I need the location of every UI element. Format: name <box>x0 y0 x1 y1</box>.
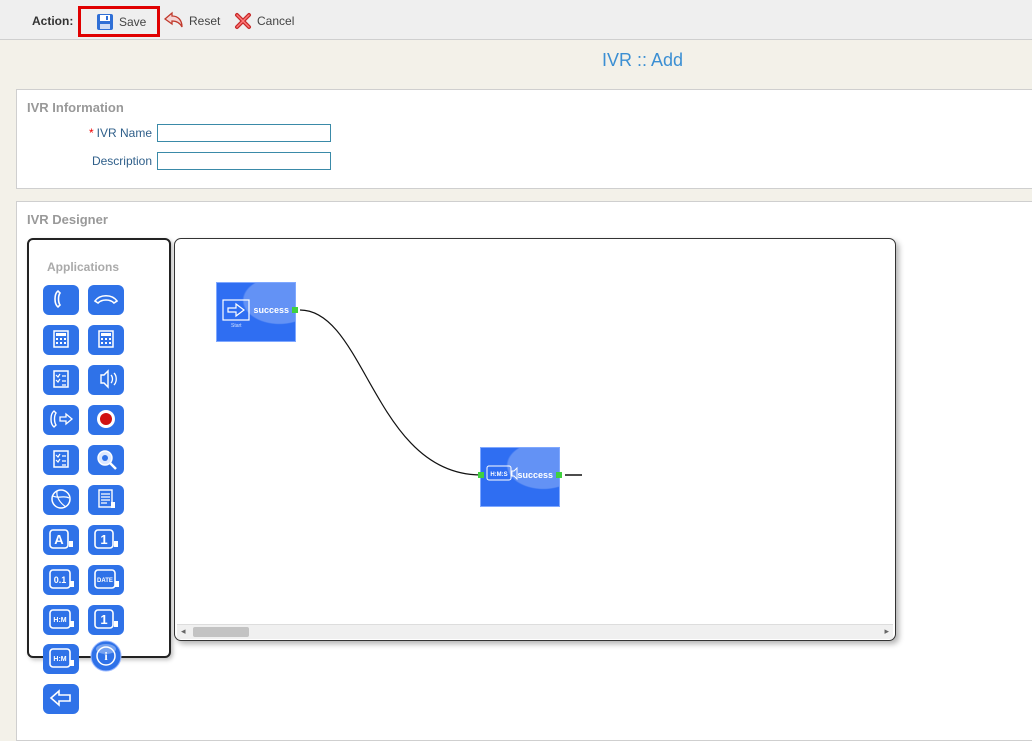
speaker-app-button[interactable] <box>88 365 124 395</box>
reset-button[interactable]: Reset <box>162 8 220 34</box>
svg-text:H:M: H:M <box>53 617 66 624</box>
description-label: Description <box>91 154 152 168</box>
calculator-icon <box>50 328 72 353</box>
back-arrow-icon <box>48 688 74 711</box>
hangup-app-button[interactable] <box>88 285 124 315</box>
say-time-hm-alt-icon: H:M <box>47 646 75 673</box>
transfer-call-app-button[interactable] <box>43 405 79 435</box>
back-app-button[interactable] <box>43 684 79 714</box>
info-icon: i <box>89 639 123 676</box>
ivr-information-title: IVR Information <box>27 100 124 115</box>
checklist-app-button[interactable] <box>43 365 79 395</box>
calculator-app-button[interactable] <box>43 325 79 355</box>
svg-text:1: 1 <box>100 612 107 627</box>
start-arrow-icon <box>222 299 250 324</box>
start-output-port[interactable] <box>292 307 298 313</box>
say-number-app-button[interactable]: 0.1 <box>43 565 79 595</box>
answer-app-button[interactable] <box>43 285 79 315</box>
checklist-alt-icon <box>50 448 72 473</box>
say-alpha-app-button[interactable]: A <box>43 525 79 555</box>
say-time-hm-icon: H:M <box>47 607 75 634</box>
say-time-output-port[interactable] <box>556 472 562 478</box>
checklist-icon <box>50 368 72 393</box>
ivr-designer-title: IVR Designer <box>27 212 108 227</box>
globe-app-button[interactable] <box>43 485 79 515</box>
say-time-hm-app-button[interactable]: H:M <box>43 605 79 635</box>
search-icon <box>93 447 119 474</box>
hangup-icon <box>92 290 120 311</box>
start-node[interactable]: Start success <box>216 282 298 342</box>
document-app-button[interactable] <box>88 485 124 515</box>
connector-line <box>299 309 481 476</box>
start-node-label: success <box>253 305 289 315</box>
say-time-hm-alt-app-button[interactable]: H:M <box>43 644 79 674</box>
required-marker: * <box>88 126 94 140</box>
action-toolbar: Action: Save Reset Cancel <box>0 0 1032 40</box>
action-label: Action: <box>32 14 74 28</box>
scroll-left-icon[interactable]: ◂ <box>181 626 186 637</box>
cancel-button[interactable]: Cancel <box>234 8 294 34</box>
ivr-information-panel: IVR Information * IVR Name Description <box>16 89 1032 189</box>
answer-icon <box>50 288 72 313</box>
say-time-input-port[interactable] <box>478 472 484 478</box>
scrollbar-thumb[interactable] <box>193 627 249 637</box>
svg-text:DATE: DATE <box>97 578 113 584</box>
save-button[interactable]: Save <box>78 6 160 37</box>
reset-label: Reset <box>189 14 221 28</box>
checklist-alt-app-button[interactable] <box>43 445 79 475</box>
say-time-node[interactable]: H:M:S success <box>478 447 562 507</box>
svg-text:H:M: H:M <box>53 656 66 663</box>
record-icon <box>94 407 118 434</box>
calculator-alt-app-button[interactable] <box>88 325 124 355</box>
ivr-name-input[interactable] <box>157 124 331 142</box>
say-digit-alt-icon: 1 <box>92 607 120 634</box>
undo-arrow-icon <box>162 11 184 31</box>
transfer-call-icon <box>47 408 75 433</box>
scroll-right-icon[interactable]: ▸ <box>884 626 889 637</box>
svg-text:0.1: 0.1 <box>54 575 67 585</box>
say-date-app-button[interactable]: DATE <box>88 565 124 595</box>
applications-title: Applications <box>47 260 120 274</box>
ivr-name-label: * IVR Name <box>89 126 152 140</box>
say-digit-icon: 1 <box>92 527 120 554</box>
red-x-icon <box>234 12 252 30</box>
page-title: IVR :: Add <box>601 50 684 70</box>
svg-text:1: 1 <box>100 532 107 547</box>
say-date-icon: DATE <box>92 567 120 594</box>
description-input[interactable] <box>157 152 331 170</box>
save-label: Save <box>119 14 147 29</box>
speaker-icon <box>93 368 119 393</box>
designer-canvas[interactable]: Start success H:M:S success ◂ ▸ <box>174 238 896 641</box>
say-digit-app-button[interactable]: 1 <box>88 525 124 555</box>
say-number-icon: 0.1 <box>47 567 75 594</box>
cancel-label: Cancel <box>257 14 295 28</box>
document-icon <box>94 487 118 514</box>
floppy-disk-icon <box>96 13 114 31</box>
info-app-button[interactable]: i <box>88 640 124 672</box>
say-digit-alt-app-button[interactable]: 1 <box>88 605 124 635</box>
calculator-alt-icon <box>95 328 117 353</box>
start-sublabel: Start <box>231 323 242 329</box>
search-app-button[interactable] <box>88 445 124 475</box>
record-app-button[interactable] <box>88 405 124 435</box>
globe-icon <box>48 487 74 514</box>
svg-text:H:M:S: H:M:S <box>490 472 507 478</box>
svg-text:A: A <box>54 532 64 547</box>
say-time-node-label: success <box>517 470 553 480</box>
say-alpha-icon: A <box>47 527 75 554</box>
ivr-name-label-text: IVR Name <box>96 126 152 140</box>
canvas-horizontal-scrollbar[interactable]: ◂ ▸ <box>177 624 893 639</box>
